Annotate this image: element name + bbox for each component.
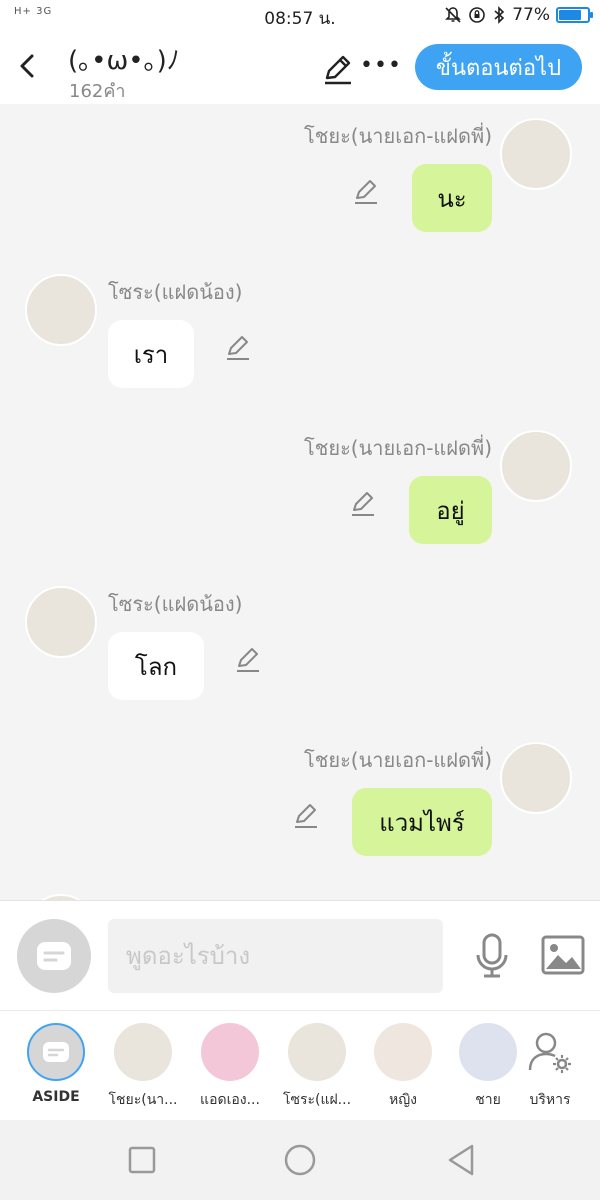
narration-bubble-icon — [43, 1042, 69, 1062]
message-row: โชยะ(นายเอก-แฝดพี่) นะ — [0, 104, 600, 244]
story-header: (｡•ω•｡)ﾉ 162คำ ••• ขั้นตอนต่อไป — [0, 32, 600, 104]
avatar — [459, 1023, 517, 1081]
avatar[interactable] — [25, 274, 97, 346]
character-label: โซระ(แฝ... — [282, 1092, 352, 1108]
battery-fill — [559, 10, 581, 20]
character-label: หญิง — [389, 1092, 417, 1108]
edit-message-pencil-icon[interactable] — [234, 645, 262, 673]
story-title: (｡•ω•｡)ﾉ — [68, 46, 180, 76]
bluetooth-icon — [494, 6, 505, 24]
battery-icon — [556, 7, 593, 23]
message-row: โชยะ(นายเอก-แฝดพี่) แวมไพร์ — [0, 728, 600, 868]
aside-avatar — [27, 1023, 85, 1081]
microphone-icon[interactable] — [473, 933, 511, 979]
message-bubble[interactable]: แวมไพร์ — [352, 788, 492, 856]
more-options-icon[interactable]: ••• — [360, 50, 401, 80]
sender-name: โซระ(แฝดน้อง) — [108, 280, 243, 304]
avatar — [201, 1023, 259, 1081]
chat-area[interactable]: โชยะ(นายเอก-แฝดพี่) นะ โซระ(แฝดน้อง) เรา… — [0, 104, 600, 900]
sender-name: โชยะ(นายเอก-แฝดพี่) — [304, 436, 492, 460]
sender-name: โชยะ(นายเอก-แฝดพี่) — [304, 748, 492, 772]
message-row: โซระ(แฝดน้อง) เรา — [0, 260, 600, 400]
character-label: บริหาร — [529, 1092, 571, 1108]
sender-name: โชยะ(นายเอก-แฝดพี่) — [304, 124, 492, 148]
chevron-left-icon — [20, 54, 34, 78]
status-bar: H+ 3G 08:57 น. 77% — [0, 0, 600, 32]
message-bubble[interactable]: โลก — [108, 632, 204, 700]
edit-message-pencil-icon[interactable] — [352, 177, 380, 205]
edit-message-pencil-icon[interactable] — [224, 333, 252, 361]
message-row: โซระ(แฝดน้อง) โลก — [0, 572, 600, 712]
avatar — [374, 1023, 432, 1081]
narration-bubble-icon — [37, 942, 71, 970]
bell-muted-icon — [445, 7, 462, 23]
aside-toggle-button[interactable] — [17, 919, 91, 993]
character-item[interactable]: หญิง — [363, 1023, 443, 1111]
message-bubble[interactable]: อยู่ — [409, 476, 492, 544]
avatar — [114, 1023, 172, 1081]
status-icons: 77% — [444, 5, 593, 25]
back-button[interactable] — [10, 48, 44, 84]
avatar — [288, 1023, 346, 1081]
manage-characters-icon — [521, 1023, 579, 1081]
avatar[interactable] — [500, 742, 572, 814]
message-input-bar — [0, 900, 600, 1010]
character-aside[interactable]: ASIDE — [16, 1023, 96, 1105]
avatar[interactable] — [500, 430, 572, 502]
home-icon[interactable] — [282, 1142, 318, 1178]
next-step-button[interactable]: ขั้นตอนต่อไป — [415, 44, 582, 90]
avatar[interactable] — [25, 586, 97, 658]
battery-percent: 77% — [512, 5, 550, 25]
edit-message-pencil-icon[interactable] — [349, 489, 377, 517]
message-bubble[interactable]: นะ — [412, 164, 492, 232]
message-bubble[interactable]: เรา — [108, 320, 194, 388]
recent-apps-icon[interactable] — [124, 1142, 160, 1178]
edit-message-pencil-icon[interactable] — [292, 801, 320, 829]
character-label: ASIDE — [32, 1089, 80, 1105]
back-triangle-icon[interactable] — [444, 1142, 480, 1178]
character-item[interactable]: แอดเอง... — [190, 1023, 270, 1111]
image-icon[interactable] — [541, 935, 585, 975]
character-item[interactable]: โชยะ(นา... — [103, 1023, 183, 1111]
character-selector: ASIDE โชยะ(นา... แอดเอง... โซระ(แฝ... หญ… — [0, 1010, 600, 1120]
avatar[interactable] — [500, 118, 572, 190]
character-label: โชยะ(นา... — [108, 1092, 178, 1108]
sender-name: โซระ(แฝดน้อง) — [108, 592, 243, 616]
character-label: แอดเอง... — [200, 1092, 260, 1108]
system-nav-bar — [0, 1120, 600, 1200]
word-count: 162คำ — [69, 81, 126, 102]
message-input[interactable] — [108, 919, 443, 993]
character-item[interactable]: โซระ(แฝ... — [277, 1023, 357, 1111]
edit-title-pencil-icon[interactable] — [321, 52, 355, 86]
character-manage[interactable]: บริหาร — [510, 1023, 590, 1111]
rotation-lock-icon — [469, 7, 486, 23]
message-row: โชยะ(นายเอก-แฝดพี่) อยู่ — [0, 416, 600, 556]
